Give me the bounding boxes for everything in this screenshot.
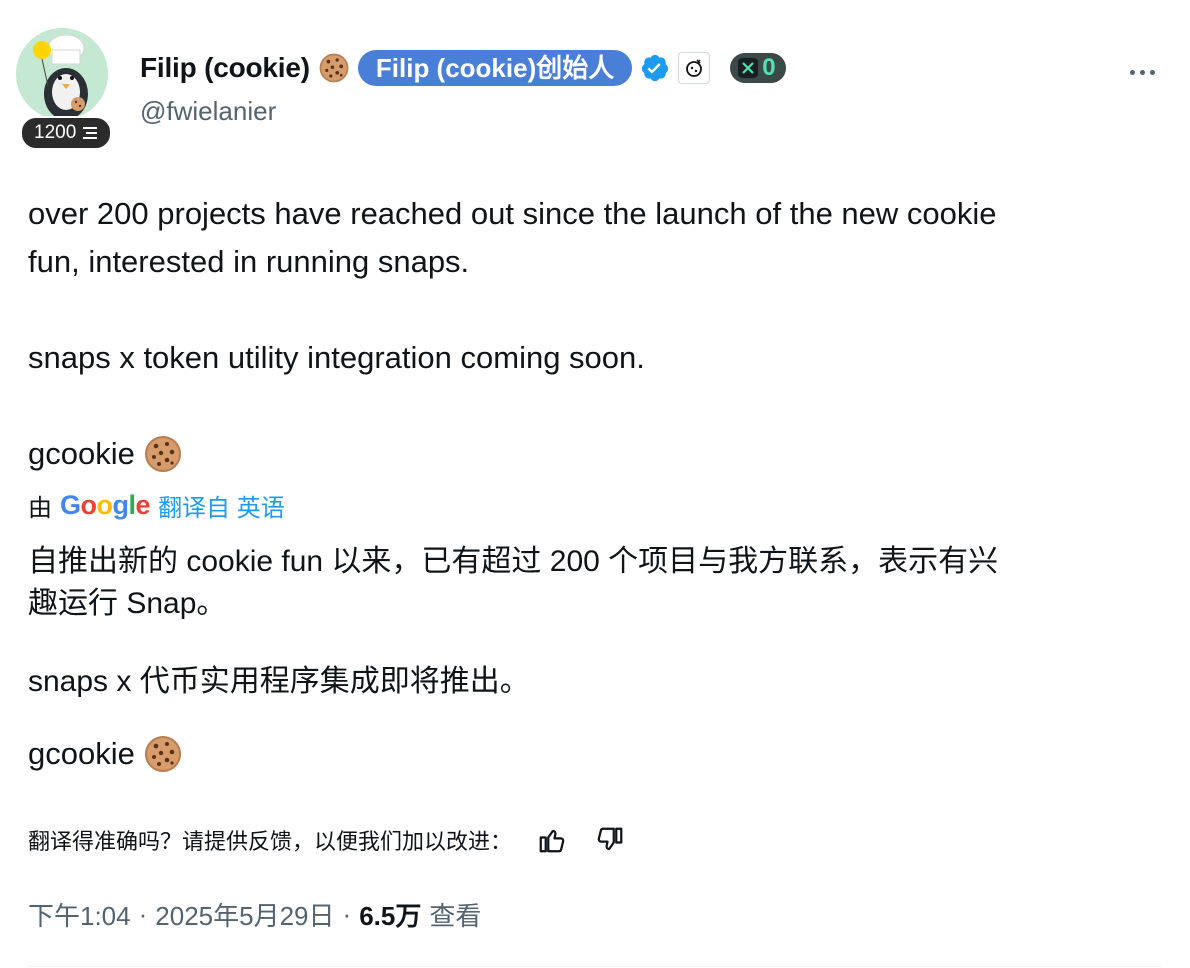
level-icon — [83, 127, 98, 139]
translation-prefix: 由 — [28, 495, 52, 522]
meta-separator: · — [138, 899, 148, 929]
thumbs-down-button[interactable] — [592, 822, 628, 858]
cookie-outline-icon[interactable] — [678, 52, 711, 84]
tweet-date[interactable]: 2025年5月29日 — [155, 896, 334, 933]
translated-text-line-cookie: gcookie — [28, 734, 183, 774]
translated-text-cashtag: gcookie — [28, 736, 135, 771]
author-avatar-container[interactable]: 1200 — [16, 28, 116, 150]
cookie-emoji-icon — [143, 434, 183, 474]
avatar[interactable] — [16, 28, 108, 120]
verified-badge-icon[interactable] — [640, 53, 670, 83]
translated-text-line: snaps x 代币实用程序集成即将推出。 — [28, 665, 530, 698]
x-counter-value: 0 — [762, 54, 776, 81]
tweet-text-line: fun, interested in running snaps. — [28, 244, 470, 279]
more-options-button[interactable] — [1122, 60, 1162, 84]
tweet-text-line: over 200 projects have reached out since… — [28, 196, 997, 231]
thumbs-up-icon — [539, 829, 565, 853]
meta-separator: · — [342, 899, 352, 929]
x-counter-badge[interactable]: 0 — [730, 53, 786, 83]
translated-text-line: 自推出新的 cookie fun 以来，已有超过 200 个项目与我方联系，表示… — [28, 545, 999, 578]
view-count-label: 查看 — [429, 901, 482, 931]
more-icon-dot — [1149, 69, 1155, 75]
more-icon-dot — [1139, 69, 1145, 75]
translated-from-link[interactable]: 翻译自 英语 — [158, 488, 285, 523]
google-logo: Google — [60, 490, 151, 520]
level-value: 1200 — [34, 122, 77, 143]
divider — [28, 966, 1162, 967]
tweet-text-line-cookie: gcookie — [28, 434, 183, 474]
author-handle[interactable]: @fwielanier — [140, 96, 276, 127]
translation-feedback-row: 翻译得准确吗？请提供反馈，以便我们加以改进： — [28, 822, 628, 858]
tweet-time[interactable]: 下午1:04 — [28, 896, 131, 933]
affiliation-badge[interactable]: Filip (cookie)创始人 — [357, 50, 633, 86]
thumbs-down-icon — [597, 827, 623, 851]
author-display-name[interactable]: Filip (cookie) — [140, 52, 310, 84]
tweet-text-line: snaps x token utility integration coming… — [28, 340, 645, 375]
more-icon-dot — [1129, 69, 1135, 75]
thumbs-up-button[interactable] — [534, 822, 570, 858]
view-count[interactable]: 6.5万 — [359, 896, 421, 933]
avatar-image — [16, 28, 108, 120]
cookie-outline-glyph — [686, 59, 703, 77]
cookie-emoji-icon — [318, 52, 350, 84]
tweet-meta: 下午1:04 · 2025年5月29日 · 6.5万 查看 — [28, 896, 481, 933]
x-logo-icon — [738, 58, 759, 78]
tweet-header: Filip (cookie) Filip (cookie)创始人 0 — [140, 50, 786, 86]
translation-attribution: 由 Google 翻译自 英语 — [28, 488, 285, 523]
level-badge: 1200 — [20, 116, 113, 150]
translated-text-line: 趣运行 Snap。 — [28, 587, 227, 620]
cookie-emoji-icon — [143, 734, 183, 774]
tweet-text-cashtag: gcookie — [28, 436, 135, 471]
feedback-prompt: 翻译得准确吗？请提供反馈，以便我们加以改进： — [28, 829, 513, 854]
